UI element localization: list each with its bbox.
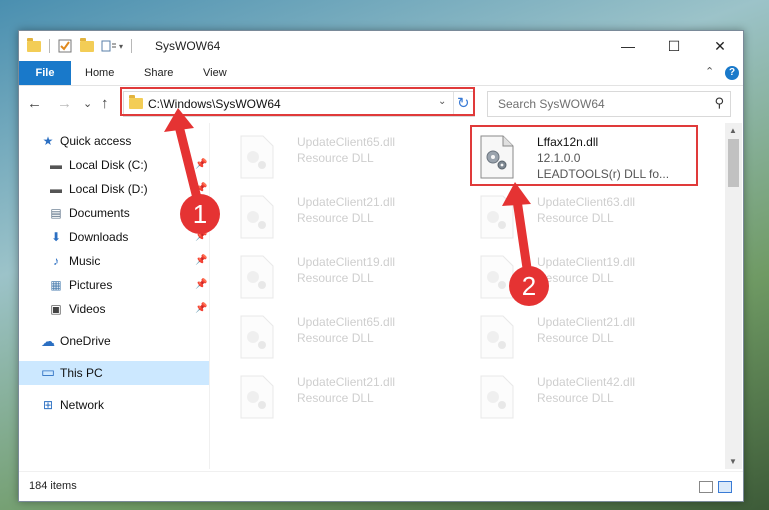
arrowhead-icon bbox=[502, 182, 531, 206]
arrowhead-icon bbox=[164, 108, 194, 132]
step-badge-1: 1 bbox=[180, 194, 220, 234]
arrow-to-address-bar bbox=[173, 117, 203, 207]
annotation-arrows bbox=[164, 108, 532, 273]
step-badge-2: 2 bbox=[509, 266, 549, 306]
arrow-to-file bbox=[512, 195, 532, 273]
